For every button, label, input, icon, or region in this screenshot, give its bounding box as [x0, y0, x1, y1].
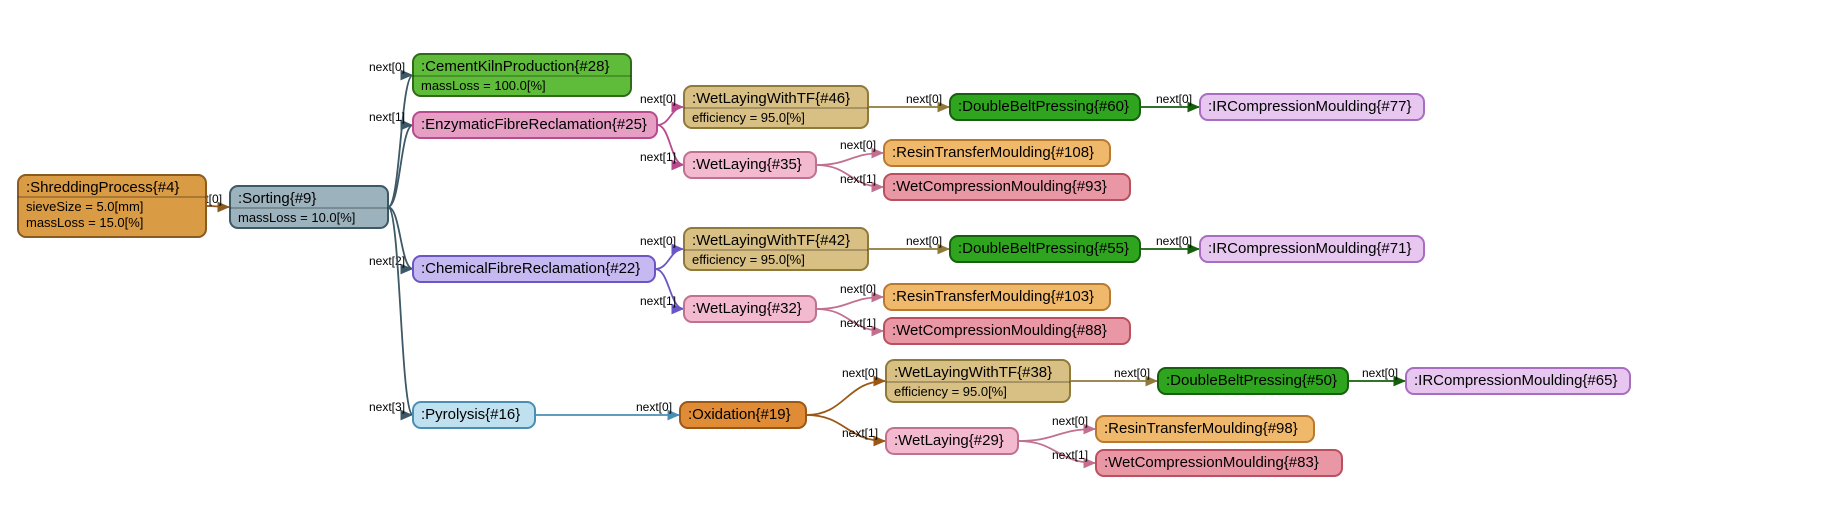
node-n32[interactable]: :WetLaying{#32} — [684, 296, 816, 322]
node-title: :ShreddingProcess{#4} — [26, 179, 179, 196]
edge-n32-n103 — [816, 297, 884, 309]
node-title: :WetLayingWithTF{#46} — [692, 90, 850, 107]
edge-label-n19-n38: next[0] — [842, 366, 878, 380]
node-attr: efficiency = 95.0[%] — [692, 252, 805, 267]
edge-label-n32-n103: next[0] — [840, 282, 876, 296]
node-n29[interactable]: :WetLaying{#29} — [886, 428, 1018, 454]
node-n25[interactable]: :EnzymaticFibreReclamation{#25} — [413, 112, 657, 138]
node-n46[interactable]: :WetLayingWithTF{#46} efficiency = 95.0[%… — [684, 86, 868, 128]
node-n108[interactable]: :ResinTransferMoulding{#108} — [884, 140, 1110, 166]
node-n42[interactable]: :WetLayingWithTF{#42} efficiency = 95.0[%… — [684, 228, 868, 270]
node-title: :WetLaying{#32} — [692, 300, 802, 317]
node-title: :WetLaying{#35} — [692, 156, 802, 173]
node-attr: massLoss = 10.0[%] — [238, 210, 355, 225]
edge-label-n55-n71: next[0] — [1156, 234, 1192, 248]
node-n103[interactable]: :ResinTransferMoulding{#103} — [884, 284, 1110, 310]
node-title: :DoubleBeltPressing{#55} — [958, 240, 1129, 257]
node-title: :WetCompressionMoulding{#83} — [1104, 454, 1319, 471]
node-n22[interactable]: :ChemicalFibreReclamation{#22} — [413, 256, 655, 282]
node-n9[interactable]: :Sorting{#9} massLoss = 10.0[%] — [230, 186, 388, 228]
edge-label-n35-n108: next[0] — [840, 138, 876, 152]
node-n38[interactable]: :WetLayingWithTF{#38} efficiency = 95.0[%… — [886, 360, 1070, 402]
edge-n9-n28 — [388, 75, 413, 207]
edge-n35-n108 — [816, 153, 884, 165]
edge-n4-n9 — [206, 206, 230, 207]
node-attr: massLoss = 15.0[%] — [26, 215, 143, 230]
edge-label-n22-n32: next[1] — [640, 294, 676, 308]
node-n98[interactable]: :ResinTransferMoulding{#98} — [1096, 416, 1314, 442]
edge-label-n19-n29: next[1] — [842, 426, 878, 440]
node-n19[interactable]: :Oxidation{#19} — [680, 402, 806, 428]
node-n88[interactable]: :WetCompressionMoulding{#88} — [884, 318, 1130, 344]
node-title: :IRCompressionMoulding{#71} — [1208, 240, 1411, 257]
edge-label-n25-n35: next[1] — [640, 150, 676, 164]
node-title: :WetLaying{#29} — [894, 432, 1004, 449]
edge-label-n9-n16: next[3] — [369, 400, 405, 414]
edge-label-n50-n65: next[0] — [1362, 366, 1398, 380]
node-title: :ResinTransferMoulding{#108} — [892, 144, 1094, 161]
edge-label-n35-n93: next[1] — [840, 172, 876, 186]
node-title: :CementKilnProduction{#28} — [421, 58, 609, 75]
node-title: :Pyrolysis{#16} — [421, 406, 520, 423]
node-n50[interactable]: :DoubleBeltPressing{#50} — [1158, 368, 1348, 394]
edge-label-n9-n25: next[1] — [369, 110, 405, 124]
node-title: :Sorting{#9} — [238, 190, 316, 207]
node-title: :WetCompressionMoulding{#93} — [892, 178, 1107, 195]
node-n28[interactable]: :CementKilnProduction{#28} massLoss = 100… — [413, 54, 631, 96]
node-title: :ResinTransferMoulding{#98} — [1104, 420, 1298, 437]
node-title: :IRCompressionMoulding{#65} — [1414, 372, 1617, 389]
edge-label-n38-n50: next[0] — [1114, 366, 1150, 380]
edge-label-n32-n88: next[1] — [840, 316, 876, 330]
node-title: :EnzymaticFibreReclamation{#25} — [421, 116, 647, 133]
edge-label-n9-n28: next[0] — [369, 60, 405, 74]
flow-diagram: next[0] next[0] next[1] next[2] next[3] next[… — [0, 0, 1842, 529]
node-n93[interactable]: :WetCompressionMoulding{#93} — [884, 174, 1130, 200]
edge-n25-n46 — [657, 107, 684, 125]
edge-label-n22-n42: next[0] — [640, 234, 676, 248]
edge-label-n42-n55: next[0] — [906, 234, 942, 248]
node-n4[interactable]: :ShreddingProcess{#4} sieveSize = 5.0[mm]… — [18, 175, 206, 237]
edge-label-n25-n46: next[0] — [640, 92, 676, 106]
node-title: :DoubleBeltPressing{#60} — [958, 98, 1129, 115]
node-title: :IRCompressionMoulding{#77} — [1208, 98, 1411, 115]
edge-label-n60-n77: next[0] — [1156, 92, 1192, 106]
node-n77[interactable]: :IRCompressionMoulding{#77} — [1200, 94, 1424, 120]
node-title: :Oxidation{#19} — [688, 406, 791, 423]
node-attr: efficiency = 95.0[%] — [692, 110, 805, 125]
node-title: :WetLayingWithTF{#38} — [894, 364, 1052, 381]
edge-label-n46-n60: next[0] — [906, 92, 942, 106]
node-attr: sieveSize = 5.0[mm] — [26, 199, 143, 214]
node-n16[interactable]: :Pyrolysis{#16} — [413, 402, 535, 428]
edge-label-n29-n98: next[0] — [1052, 414, 1088, 428]
node-n71[interactable]: :IRCompressionMoulding{#71} — [1200, 236, 1424, 262]
edge-label-n29-n83: next[1] — [1052, 448, 1088, 462]
edge-n29-n98 — [1018, 429, 1096, 441]
node-n83[interactable]: :WetCompressionMoulding{#83} — [1096, 450, 1342, 476]
node-title: :WetCompressionMoulding{#88} — [892, 322, 1107, 339]
edge-label-n9-n22: next[2] — [369, 254, 405, 268]
node-n65[interactable]: :IRCompressionMoulding{#65} — [1406, 368, 1630, 394]
node-n55[interactable]: :DoubleBeltPressing{#55} — [950, 236, 1140, 262]
edge-n19-n38 — [806, 381, 886, 415]
node-title: :WetLayingWithTF{#42} — [692, 232, 850, 249]
node-attr: efficiency = 95.0[%] — [894, 384, 1007, 399]
node-n35[interactable]: :WetLaying{#35} — [684, 152, 816, 178]
node-title: :ResinTransferMoulding{#103} — [892, 288, 1094, 305]
edge-label-n16-n19: next[0] — [636, 400, 672, 414]
edge-n22-n42 — [655, 249, 684, 269]
node-n60[interactable]: :DoubleBeltPressing{#60} — [950, 94, 1140, 120]
node-title: :DoubleBeltPressing{#50} — [1166, 372, 1337, 389]
node-attr: massLoss = 100.0[%] — [421, 78, 546, 93]
node-title: :ChemicalFibreReclamation{#22} — [421, 260, 640, 277]
